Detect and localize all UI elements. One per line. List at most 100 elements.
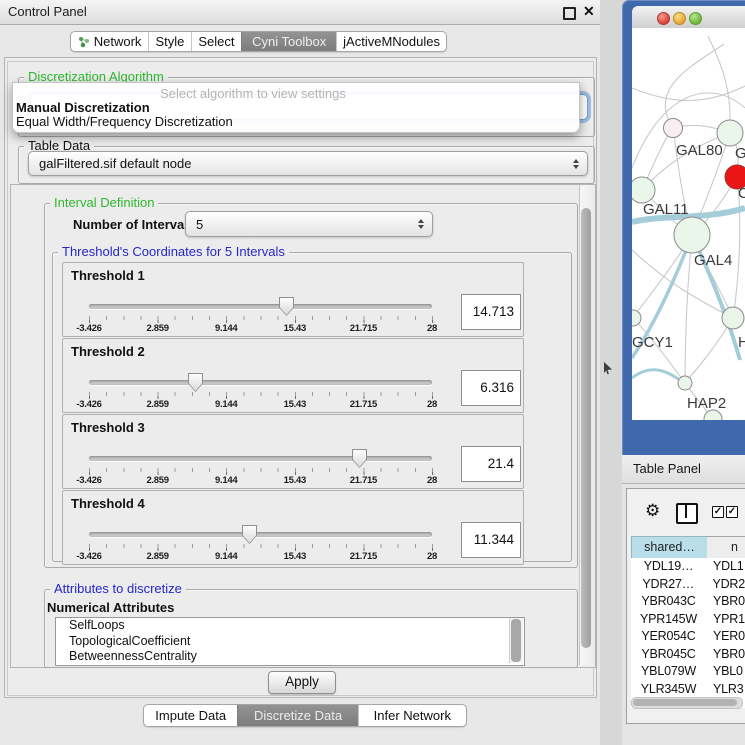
spinner-arrows-icon <box>573 159 579 169</box>
node-gcy1[interactable] <box>632 310 641 326</box>
slider-scale-labels: -3.4262.8599.14415.4321.71528 <box>89 323 432 335</box>
control-panel-title: Control Panel <box>8 4 87 19</box>
tab-cyni-toolbox-label: Cyni Toolbox <box>252 34 326 49</box>
control-panel: Control Panel ✕ Network Style Select Cyn… <box>0 0 601 745</box>
network-window-titlebar[interactable] <box>632 6 745 29</box>
node-gal11[interactable] <box>632 177 655 203</box>
threshold-coordinates-title: Threshold's Coordinates for 5 Intervals <box>58 245 289 259</box>
threshold-4-slider[interactable] <box>89 532 432 537</box>
float-window-icon[interactable] <box>563 7 576 20</box>
checkbox-icon[interactable]: ✓ <box>712 506 724 518</box>
threshold-4-slider-thumb[interactable] <box>242 525 257 544</box>
column-header-name[interactable]: n <box>707 536 745 559</box>
node-label-h: H <box>738 334 745 351</box>
table-row[interactable]: YBR043CYBR0 <box>631 593 745 611</box>
number-of-intervals-value: 5 <box>186 217 418 232</box>
tab-infer-network-label: Infer Network <box>374 708 451 723</box>
zoom-traffic-light[interactable] <box>689 12 702 25</box>
interval-definition-title: Interval Definition <box>50 196 158 210</box>
threshold-4-panel: Threshold 4 -3.4262.8599.14415.4321.7152… <box>62 490 524 565</box>
list-item[interactable]: BetweennessCentrality <box>56 649 524 665</box>
table-data-combobox[interactable]: galFiltered.sif default node <box>28 151 588 176</box>
threshold-4-label: Threshold 4 <box>71 496 145 511</box>
columns-icon[interactable] <box>676 503 698 524</box>
tab-network[interactable]: Network <box>71 32 148 51</box>
threshold-2-value-field[interactable]: 6.316 <box>461 370 521 406</box>
close-traffic-light[interactable] <box>657 12 670 25</box>
threshold-1-panel: Threshold 1 -3.4262.8599.14415.4321.7152… <box>62 262 524 337</box>
close-icon[interactable]: ✕ <box>583 3 595 20</box>
menu-item-manual-discretization[interactable]: Manual Discretization <box>16 100 150 115</box>
vertical-scrollbar-thumb[interactable] <box>581 208 591 648</box>
tab-network-label: Network <box>94 34 142 49</box>
tab-jactivemnodules[interactable]: jActiveMNodules <box>336 32 446 51</box>
threshold-3-slider[interactable] <box>89 456 432 461</box>
tab-style-label: Style <box>155 34 184 49</box>
slider-ticks <box>89 316 433 320</box>
node-gal80[interactable] <box>664 119 683 138</box>
threshold-3-value-field[interactable]: 21.4 <box>461 446 521 482</box>
tab-jactivemnodules-label: jActiveMNodules <box>343 34 440 49</box>
slider-ticks <box>89 544 433 548</box>
threshold-3-slider-thumb[interactable] <box>352 449 367 468</box>
threshold-2-slider[interactable] <box>89 380 432 385</box>
table-row[interactable]: YDL19…YDL1 <box>631 558 745 576</box>
gear-icon[interactable]: ⚙ <box>645 501 660 521</box>
threshold-3-panel: Threshold 3 -3.4262.8599.14415.4321.7152… <box>62 414 524 489</box>
threshold-1-slider[interactable] <box>89 304 432 309</box>
table-panel-titlebar: Table Panel <box>622 455 745 484</box>
screen: Control Panel ✕ Network Style Select Cyn… <box>0 0 745 745</box>
node-gal4[interactable] <box>674 217 710 253</box>
table-row[interactable]: YLR345WYLR3 <box>631 681 745 699</box>
table-row[interactable]: YER054CYER0 <box>631 628 745 646</box>
list-item[interactable]: TopologicalCoefficient <box>56 634 524 650</box>
desktop-background <box>600 0 622 745</box>
checkbox-icon[interactable]: ✓ <box>726 506 738 518</box>
threshold-1-slider-thumb[interactable] <box>279 297 294 316</box>
tab-discretize-data[interactable]: Discretize Data <box>237 705 357 726</box>
node-label-c: C <box>738 185 745 202</box>
tab-select[interactable]: Select <box>191 32 241 51</box>
list-item[interactable]: SelfLoops <box>56 618 524 634</box>
node-hap2[interactable] <box>678 376 692 390</box>
node-label-gal11: GAL11 <box>643 201 689 218</box>
table-row[interactable]: YBR045CYBR0 <box>631 646 745 664</box>
threshold-4-value-field[interactable]: 11.344 <box>461 522 521 558</box>
node-label-gal80: GAL80 <box>676 142 723 159</box>
apply-button[interactable]: Apply <box>268 671 336 694</box>
tab-cyni-toolbox[interactable]: Cyni Toolbox <box>241 32 336 51</box>
table-horizontal-scrollbar-thumb[interactable] <box>633 699 737 706</box>
column-header-shared-name[interactable]: shared… <box>631 536 708 559</box>
number-of-intervals-combobox[interactable]: 5 <box>185 211 433 237</box>
bottom-tab-bar: Impute Data Discretize Data Infer Networ… <box>143 704 467 727</box>
threshold-1-value-field[interactable]: 14.713 <box>461 294 521 330</box>
node-label-gcy1: GCY1 <box>632 334 673 351</box>
table-row[interactable]: YDR27…YDR2 <box>631 576 745 594</box>
menu-item-equal-width-frequency[interactable]: Equal Width/Frequency Discretization <box>16 114 233 129</box>
control-panel-titlebar: Control Panel ✕ <box>0 0 600 25</box>
network-canvas[interactable]: GAL80 GA GAL11 C GAL4 GCY1 H HAP2 <box>632 28 745 420</box>
top-tab-bar: Network Style Select Cyni Toolbox jActiv… <box>70 31 447 52</box>
network-nodes[interactable] <box>632 119 745 421</box>
tab-infer-network[interactable]: Infer Network <box>358 705 466 726</box>
table-row[interactable]: YBL079WYBL0 <box>631 663 745 681</box>
network-graph: GAL80 GA GAL11 C GAL4 GCY1 H HAP2 <box>632 28 745 420</box>
numerical-attributes-list[interactable]: SelfLoops TopologicalCoefficient Between… <box>55 617 525 666</box>
table-row[interactable]: YPR145WYPR1 <box>631 611 745 629</box>
tab-style[interactable]: Style <box>148 32 191 51</box>
threshold-2-slider-thumb[interactable] <box>188 373 203 392</box>
slider-ticks <box>89 468 433 472</box>
node-h[interactable] <box>722 307 744 329</box>
spinner-arrows-icon <box>418 219 424 229</box>
table-rows: YDL19…YDL1 YDR27…YDR2 YBR043CYBR0 YPR145… <box>631 558 745 708</box>
node-label-ga: GA <box>735 145 745 162</box>
threshold-2-panel: Threshold 2 -3.4262.8599.14415.4321.7152… <box>62 338 524 413</box>
node-label-hap2: HAP2 <box>687 395 726 412</box>
numerical-attributes-label: Numerical Attributes <box>47 600 174 615</box>
tab-discretize-data-label: Discretize Data <box>254 708 342 723</box>
threshold-2-label: Threshold 2 <box>71 344 145 359</box>
tab-select-label: Select <box>198 34 234 49</box>
minimize-traffic-light[interactable] <box>673 12 686 25</box>
tab-impute-data[interactable]: Impute Data <box>144 705 237 726</box>
attributes-list-scrollbar-thumb[interactable] <box>511 619 521 662</box>
